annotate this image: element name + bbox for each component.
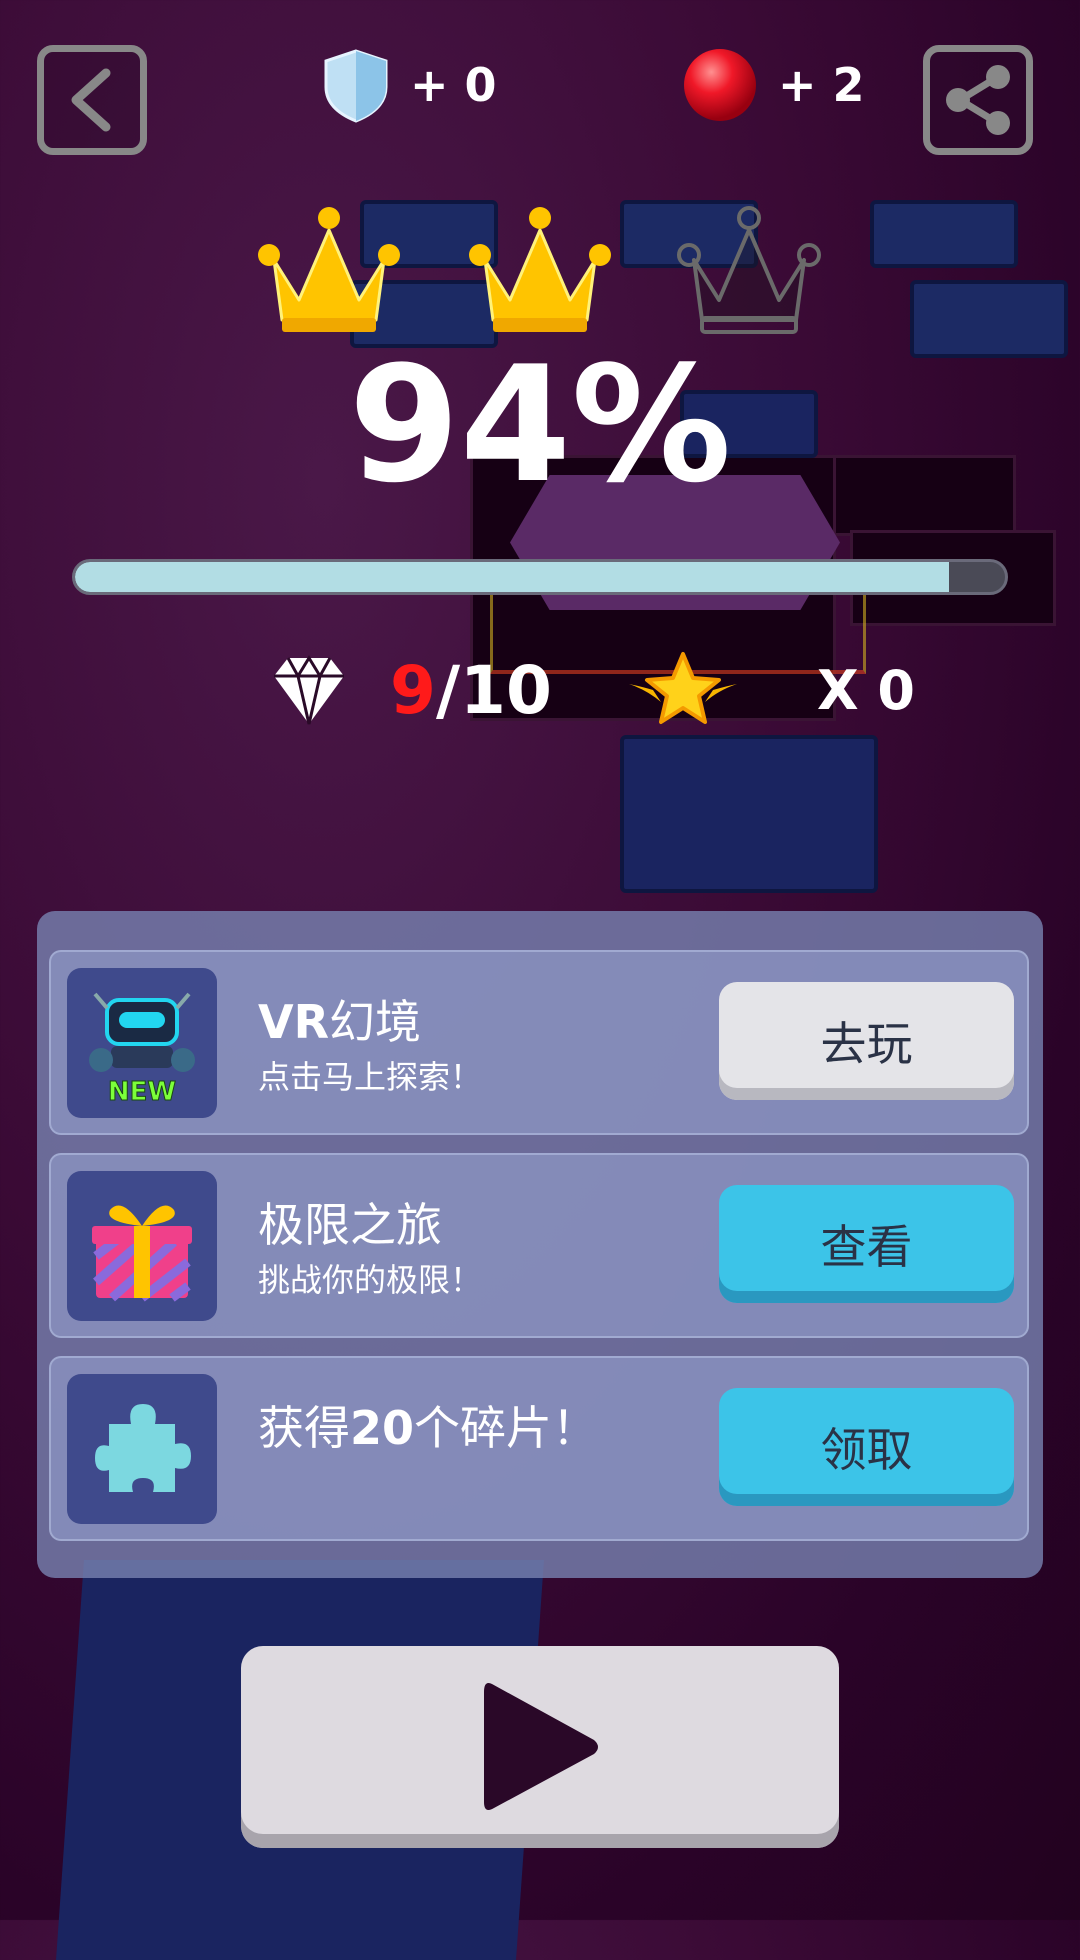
play-button[interactable] bbox=[241, 1646, 839, 1848]
gem-count-text: 9/10 bbox=[390, 652, 552, 729]
back-button[interactable] bbox=[37, 45, 147, 155]
play-vr-button[interactable]: 去玩 bbox=[719, 982, 1014, 1100]
robot-new-icon: NEW bbox=[67, 968, 217, 1118]
star-counter: X 0 bbox=[625, 650, 915, 730]
offer-row-vr[interactable]: NEW VR幻境 点击马上探索！ 去玩 bbox=[49, 950, 1029, 1135]
puzzle-piece-icon bbox=[67, 1374, 217, 1524]
star-count: X 0 bbox=[817, 658, 916, 722]
ball-stat: + 2 bbox=[680, 49, 865, 121]
completion-progress-bar bbox=[72, 559, 1008, 595]
svg-text:NEW: NEW bbox=[108, 1077, 176, 1107]
scene-tile bbox=[870, 200, 1018, 268]
offer-title: 极限之旅 bbox=[258, 1198, 442, 1252]
completion-percent: 94% bbox=[348, 331, 732, 518]
offers-panel: NEW VR幻境 点击马上探索！ 去玩 极限之旅 挑战你的极限！ 查看 获得20… bbox=[37, 911, 1043, 1578]
gems-collected: 9 bbox=[390, 651, 436, 729]
scene-tile bbox=[620, 735, 878, 893]
gems-total: /10 bbox=[435, 651, 552, 729]
crown-icon-earned bbox=[469, 207, 611, 332]
ball-count: + 2 bbox=[778, 58, 865, 112]
shield-icon bbox=[324, 49, 388, 123]
chevron-left-icon bbox=[71, 68, 111, 132]
offer-title: VR幻境 bbox=[258, 995, 422, 1049]
winged-star-icon bbox=[629, 652, 737, 724]
shield-count: + 0 bbox=[410, 58, 497, 112]
progress-fill bbox=[75, 562, 950, 592]
offer-row-challenge[interactable]: 极限之旅 挑战你的极限！ 查看 bbox=[49, 1153, 1029, 1338]
share-icon bbox=[946, 65, 1010, 135]
gift-box-icon bbox=[67, 1171, 217, 1321]
play-icon bbox=[484, 1683, 598, 1810]
shield-stat: + 0 bbox=[320, 49, 497, 123]
offer-subtitle: 点击马上探索！ bbox=[258, 1058, 483, 1096]
crown-icon-empty bbox=[677, 206, 821, 334]
offer-row-fragments[interactable]: 获得20个碎片！ 领取 bbox=[49, 1356, 1029, 1541]
view-challenge-button[interactable]: 查看 bbox=[719, 1185, 1014, 1303]
diamond-icon bbox=[274, 655, 344, 725]
gem-counter: 9/10 bbox=[270, 650, 552, 730]
red-ball-icon bbox=[684, 49, 756, 121]
offer-title: 获得20个碎片！ bbox=[258, 1401, 599, 1455]
crown-icon-earned bbox=[258, 207, 400, 332]
offer-subtitle: 挑战你的极限！ bbox=[258, 1261, 483, 1299]
share-button[interactable] bbox=[923, 45, 1033, 155]
claim-fragments-button[interactable]: 领取 bbox=[719, 1388, 1014, 1506]
